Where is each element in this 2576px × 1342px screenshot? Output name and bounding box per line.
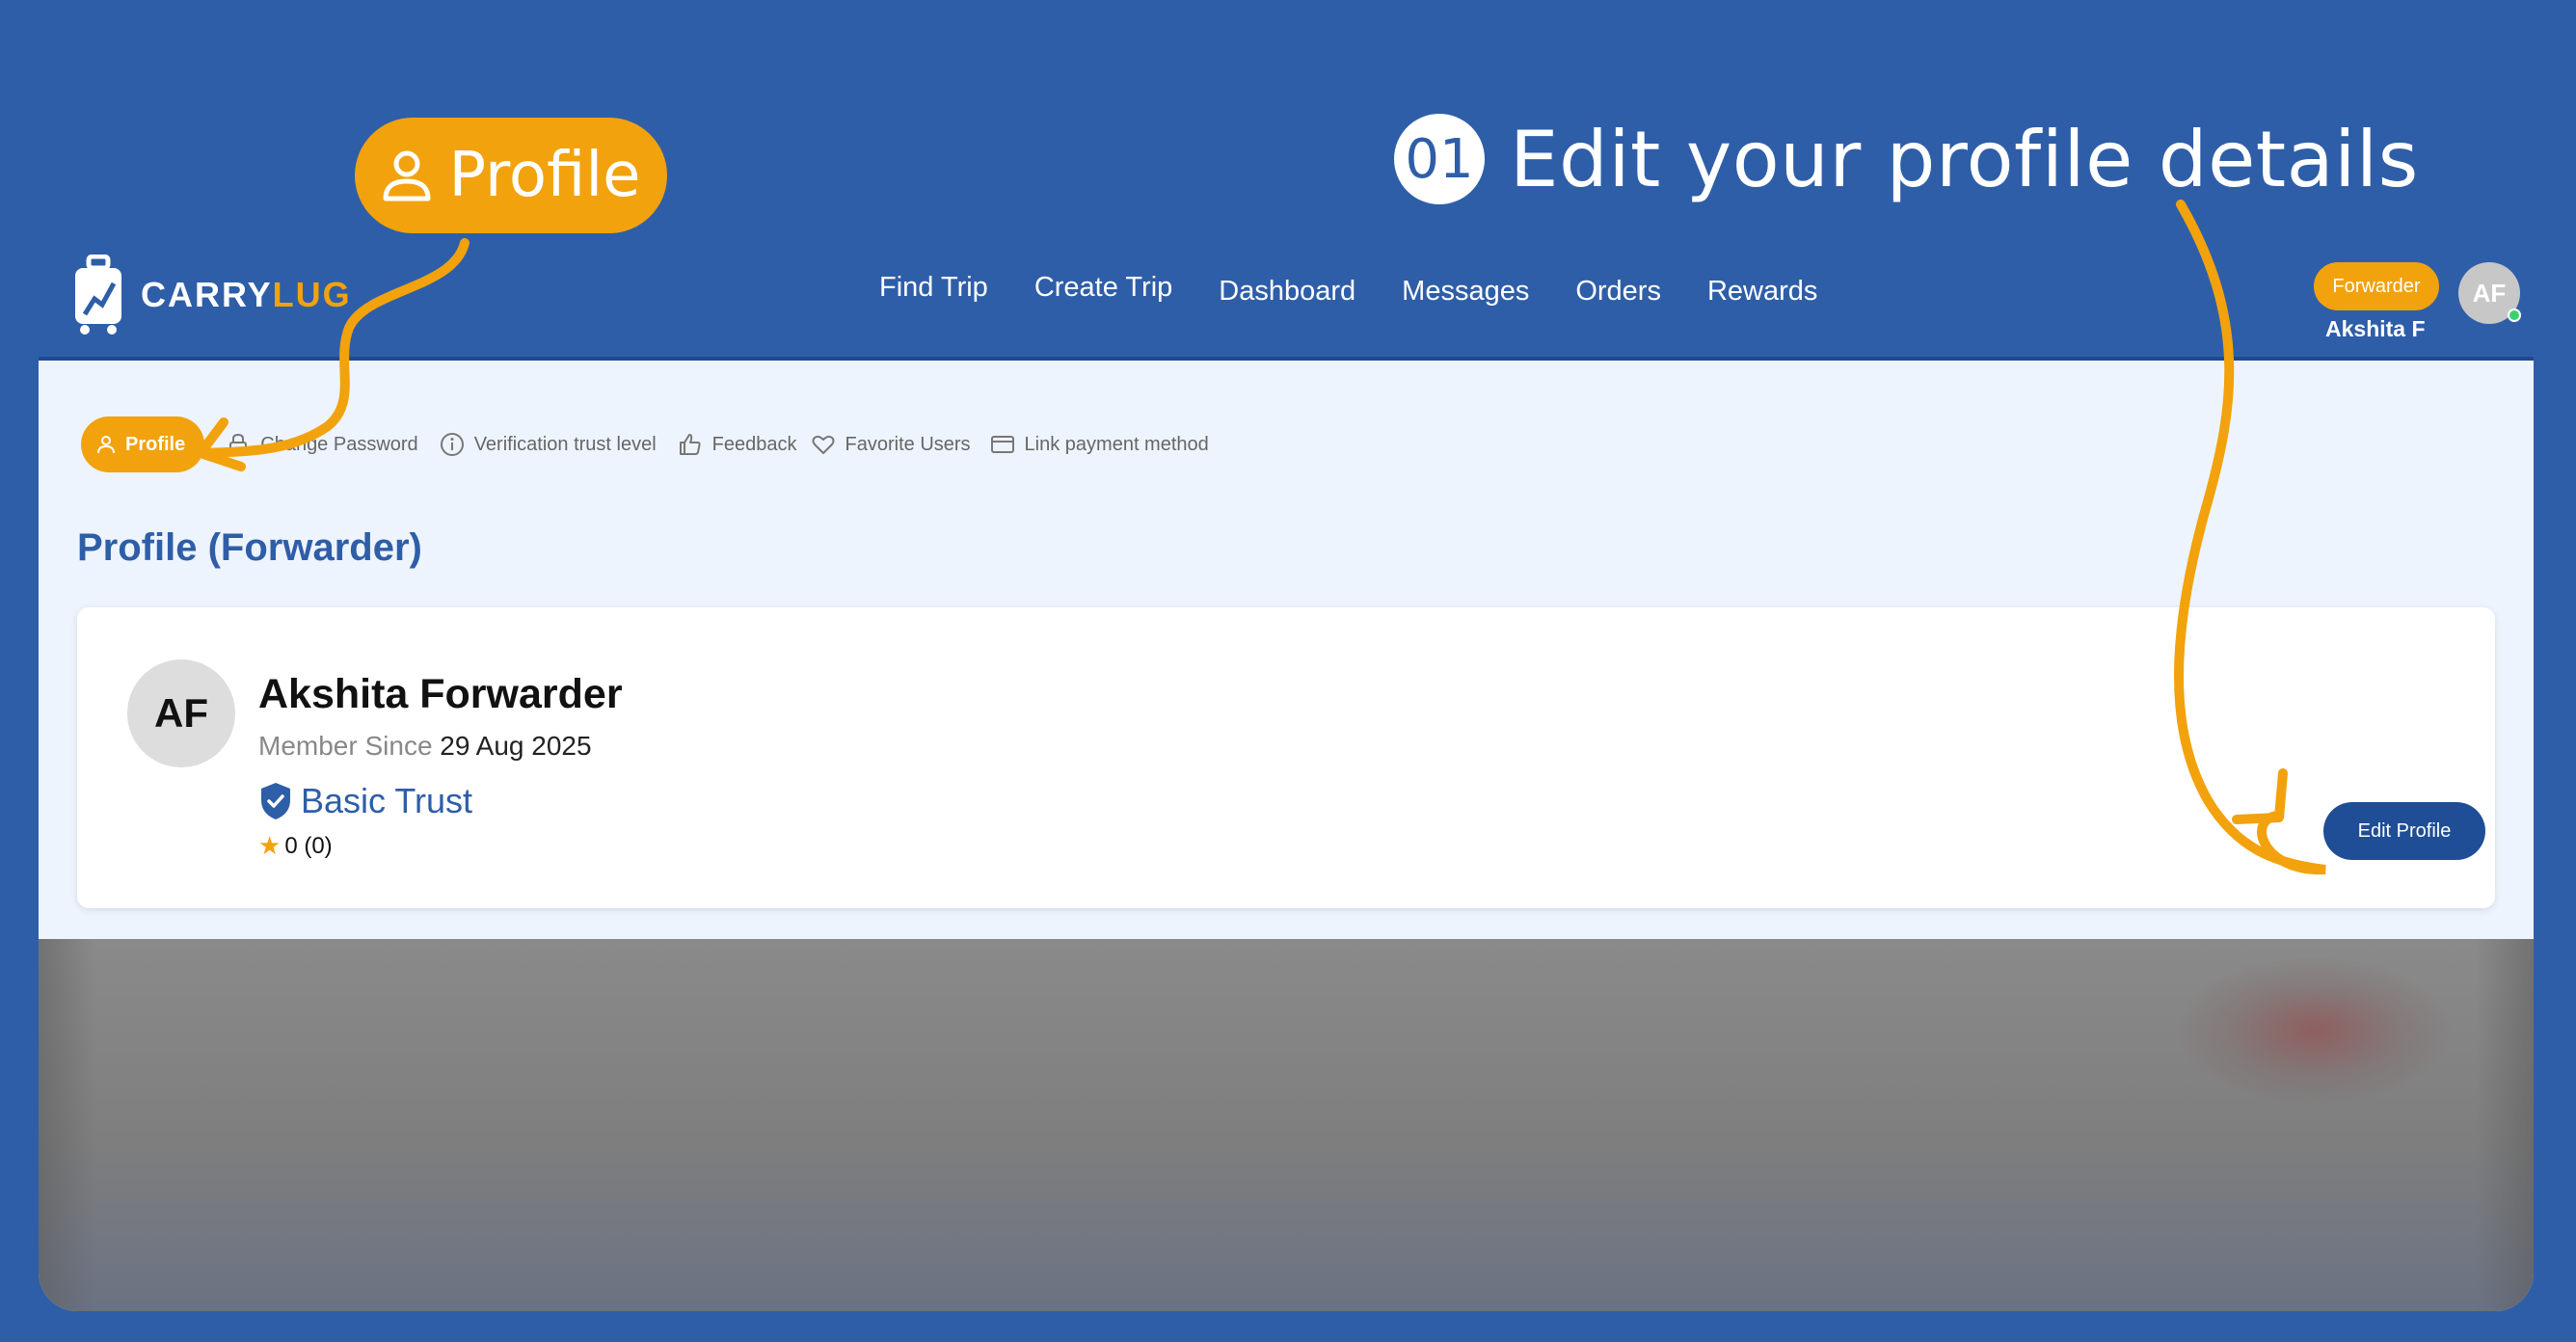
profile-callout: Profile xyxy=(355,118,667,233)
trust-level-label: Basic Trust xyxy=(301,781,473,820)
nav-avatar[interactable]: AF xyxy=(2458,262,2521,324)
profile-avatar: AF xyxy=(127,659,235,767)
shield-check-icon xyxy=(261,783,290,819)
app-screenshot: CARRYLUG Find Trip Create Trip Dashboard… xyxy=(39,247,2534,1311)
tab-change-password[interactable]: Change Password xyxy=(226,432,418,457)
step-number: 01 xyxy=(1394,114,1485,204)
navbar: CARRYLUG Find Trip Create Trip Dashboard… xyxy=(39,247,2534,361)
user-icon xyxy=(97,436,115,454)
luggage-logo-icon xyxy=(75,255,121,335)
blurred-element xyxy=(2179,958,2449,1103)
heart-icon xyxy=(812,435,835,454)
member-since: Member Since 29 Aug 2025 xyxy=(258,731,592,762)
edit-profile-button[interactable]: Edit Profile xyxy=(2323,802,2485,860)
profile-card: AF Akshita Forwarder Member Since 29 Aug… xyxy=(77,607,2495,908)
tab-feedback[interactable]: Feedback xyxy=(678,432,797,457)
main-nav: Find Trip Create Trip Dashboard Messages… xyxy=(879,272,1864,308)
member-since-label: Member Since xyxy=(258,731,433,761)
blur-edge-left xyxy=(39,939,96,1311)
tab-link-payment[interactable]: Link payment method xyxy=(990,432,1209,457)
tab-verification[interactable]: Verification trust level xyxy=(440,432,657,457)
blurred-content xyxy=(39,939,2534,1311)
nav-dashboard[interactable]: Dashboard xyxy=(1219,276,1355,308)
role-badge: Forwarder xyxy=(2314,262,2439,310)
member-since-date: 29 Aug 2025 xyxy=(440,731,592,761)
rating: ★ 0 (0) xyxy=(258,831,333,861)
nav-user-name[interactable]: Akshita F xyxy=(2325,316,2426,342)
profile-tabs: Profile Change Password Verification tru… xyxy=(81,416,1209,472)
nav-messages[interactable]: Messages xyxy=(1402,276,1529,308)
page-title: Profile (Forwarder) xyxy=(77,526,422,569)
star-icon: ★ xyxy=(258,831,282,860)
logo-wordmark: CARRYLUG xyxy=(141,275,352,314)
thumbs-up-icon xyxy=(679,434,701,455)
trust-level: Basic Trust xyxy=(258,781,472,821)
logo[interactable]: CARRYLUG xyxy=(71,255,352,336)
nav-rewards[interactable]: Rewards xyxy=(1707,276,1817,308)
nav-find-trip[interactable]: Find Trip xyxy=(879,272,988,308)
nav-create-trip[interactable]: Create Trip xyxy=(1034,272,1172,308)
credit-card-icon xyxy=(990,436,1014,453)
lock-icon xyxy=(229,433,248,455)
profile-full-name: Akshita Forwarder xyxy=(258,671,623,717)
tab-profile[interactable]: Profile xyxy=(81,416,205,472)
user-icon xyxy=(383,150,430,201)
nav-orders[interactable]: Orders xyxy=(1575,276,1661,308)
blur-edge-right xyxy=(2476,939,2534,1311)
tab-favorite-users[interactable]: Favorite Users xyxy=(811,432,971,457)
rating-value: 0 (0) xyxy=(284,832,333,859)
info-icon xyxy=(440,433,464,456)
online-status-dot xyxy=(2508,309,2521,322)
callout-label: Profile xyxy=(448,140,641,211)
step-text: Edit your profile details xyxy=(1510,114,2419,204)
step-title: 01 Edit your profile details xyxy=(1394,114,2419,204)
